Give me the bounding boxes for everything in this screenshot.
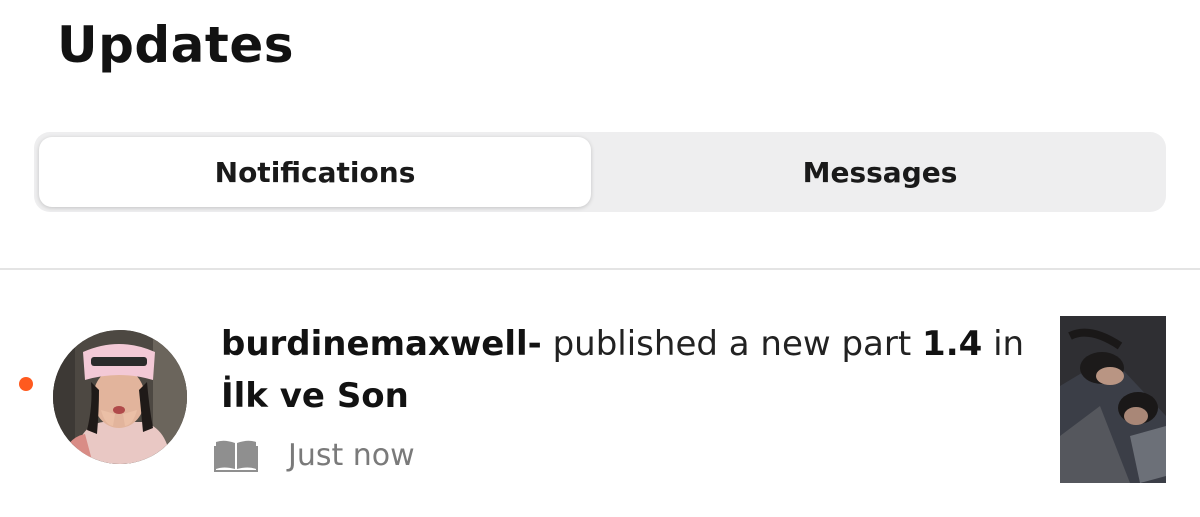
updates-tab-bar: Notifications Messages (34, 132, 1166, 212)
notification-action: published a new part (552, 324, 912, 364)
notification-meta: Just now (214, 432, 415, 478)
notification-part: 1.4 (922, 324, 983, 364)
notification-preposition: in (993, 324, 1025, 364)
notification-timestamp: Just now (288, 437, 415, 473)
notification-story-title[interactable]: İlk ve Son (221, 376, 409, 416)
avatar-image (53, 330, 187, 464)
user-avatar[interactable] (53, 330, 187, 464)
tab-messages[interactable]: Messages (599, 137, 1161, 207)
unread-indicator (19, 377, 33, 391)
notification-text: burdinemaxwell- published a new part 1.4… (221, 318, 1041, 422)
page-title: Updates (57, 16, 294, 74)
story-cover-image (1060, 316, 1166, 483)
divider (0, 268, 1200, 270)
book-icon (214, 440, 258, 472)
notification-username[interactable]: burdinemaxwell- (221, 324, 542, 364)
tab-notifications[interactable]: Notifications (39, 137, 591, 207)
story-cover[interactable] (1060, 316, 1166, 483)
